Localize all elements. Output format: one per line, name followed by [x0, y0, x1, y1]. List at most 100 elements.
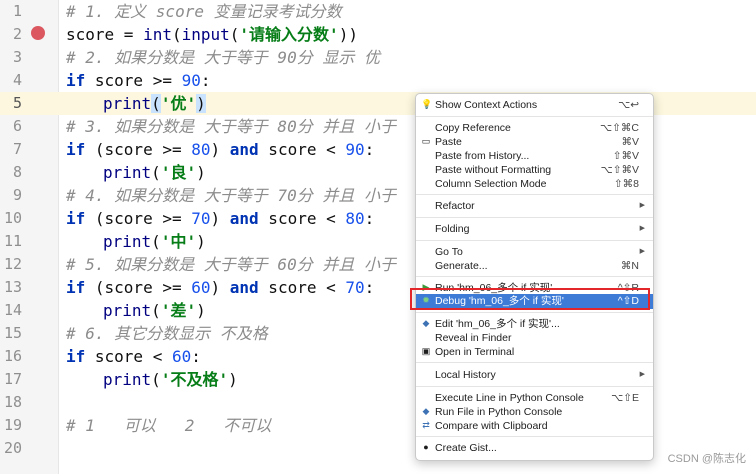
code-token: (score >=	[85, 209, 192, 228]
keyword: if	[66, 140, 86, 159]
menu-separator	[416, 312, 653, 313]
builtin-function: input	[181, 25, 230, 44]
line-number: 4	[12, 71, 22, 89]
menu-item-label: Run 'hm_06_多个 if 实现'	[435, 282, 553, 294]
line-number: 19	[3, 416, 22, 434]
code-line-9[interactable]: # 4. 如果分数是 大于等于 70分 并且 小于	[66, 184, 396, 207]
code-line-1[interactable]: # 1. 定义 score 变量记录考试分数	[66, 0, 342, 23]
menu-item-open-in-terminal[interactable]: ▣ Open in Terminal	[416, 345, 653, 359]
menu-item-label: Folding	[435, 223, 470, 235]
builtin-function: print	[103, 94, 152, 113]
menu-item-folding[interactable]: Folding ▶	[416, 222, 653, 236]
code-token: (	[151, 163, 161, 182]
line-number: 20	[3, 439, 22, 457]
menu-item-copy-reference[interactable]: Copy Reference ⌥⇧⌘C	[416, 121, 653, 135]
menu-item-label: Open in Terminal	[435, 346, 515, 358]
code-token: :	[191, 347, 201, 366]
code-token: )	[210, 209, 230, 228]
code-line-3[interactable]: # 2. 如果分数是 大于等于 90分 显示 优	[66, 46, 380, 69]
menu-item-label: Edit 'hm_06_多个 if 实现'...	[435, 318, 560, 330]
string-literal: '请输入分数'	[239, 25, 339, 44]
menu-item-label: Generate...	[435, 260, 488, 272]
menu-item-label: Paste without Formatting	[435, 164, 552, 176]
menu-item-label: Go To	[435, 246, 463, 258]
menu-separator	[416, 436, 653, 437]
code-line-11[interactable]: print('中')	[103, 230, 206, 253]
debug-bug-icon: ✹	[422, 295, 430, 305]
menu-item-label: Compare with Clipboard	[435, 420, 548, 432]
string-literal: '差'	[160, 301, 197, 320]
line-number: 11	[3, 232, 22, 250]
breakpoint-icon[interactable]	[31, 26, 45, 40]
menu-item-paste-without-formatting[interactable]: Paste without Formatting ⌥⇧⌘V	[416, 163, 653, 177]
menu-item-run[interactable]: ▶ Run 'hm_06_多个 if 实现' ^⇧R	[416, 281, 653, 295]
menu-item-refactor[interactable]: Refactor ▶	[416, 199, 653, 213]
keyword: and	[229, 140, 259, 159]
code-line-8[interactable]: print('良')	[103, 161, 206, 184]
line-number: 7	[12, 140, 22, 158]
menu-item-column-selection-mode[interactable]: Column Selection Mode ⇧⌘8	[416, 177, 653, 191]
menu-item-compare-with-clipboard[interactable]: ⇄ Compare with Clipboard	[416, 419, 653, 433]
code-line-16[interactable]: if score < 60:	[66, 345, 201, 368]
code-token: score <	[258, 140, 346, 159]
code-line-15[interactable]: # 6. 其它分数显示 不及格	[66, 322, 268, 345]
menu-item-execute-line-in-console[interactable]: Execute Line in Python Console ⌥⇧E	[416, 391, 653, 405]
builtin-function: print	[103, 301, 152, 320]
menu-item-debug[interactable]: ✹ Debug 'hm_06_多个 if 实现' ^⇧D	[416, 294, 653, 309]
code-line-17[interactable]: print('不及格')	[103, 368, 238, 391]
menu-item-label: Copy Reference	[435, 122, 511, 134]
compare-icon: ⇄	[422, 420, 430, 430]
code-token: score >=	[85, 71, 182, 90]
code-line-12[interactable]: # 5. 如果分数是 大于等于 60分 并且 小于	[66, 253, 396, 276]
number-literal: 80	[345, 209, 365, 228]
code-token: :	[364, 140, 375, 159]
line-number: 17	[3, 370, 22, 388]
code-line-6[interactable]: # 3. 如果分数是 大于等于 80分 并且 小于	[66, 115, 396, 138]
number-literal: 90	[181, 71, 201, 90]
menu-item-label: Refactor	[435, 200, 475, 212]
menu-item-local-history[interactable]: Local History ▶	[416, 368, 653, 382]
code-line-13[interactable]: if (score >= 60) and score < 70:	[66, 276, 374, 299]
line-number: 14	[3, 301, 22, 319]
menu-item-edit-configuration[interactable]: ◆ Edit 'hm_06_多个 if 实现'...	[416, 317, 653, 331]
line-number: 10	[3, 209, 22, 227]
line-number: 12	[3, 255, 22, 273]
code-line-19[interactable]: # 1 可以 2 不可以	[66, 414, 271, 437]
code-token: (	[151, 301, 161, 320]
keyword: and	[229, 209, 259, 228]
menu-item-paste-from-history[interactable]: Paste from History... ⇧⌘V	[416, 149, 653, 163]
code-line-7[interactable]: if (score >= 80) and score < 90:	[66, 138, 374, 161]
menu-item-shortcut: ⌥↩	[618, 99, 639, 111]
menu-item-paste[interactable]: ▭ Paste ⌘V	[416, 135, 653, 149]
code-line-2[interactable]: score = int(input('请输入分数'))	[66, 23, 358, 46]
code-token: )	[196, 232, 206, 251]
code-line-5[interactable]: print('优')	[103, 92, 206, 115]
number-literal: 80	[191, 140, 211, 159]
code-token: (	[151, 232, 161, 251]
line-number: 5	[12, 94, 22, 112]
code-line-4[interactable]: if score >= 90:	[66, 69, 211, 92]
string-literal: '不及格'	[160, 370, 229, 389]
menu-item-run-file-in-console[interactable]: ◆ Run File in Python Console	[416, 405, 653, 419]
number-literal: 60	[171, 347, 192, 366]
matched-bracket: (	[151, 94, 161, 113]
menu-item-create-gist[interactable]: ● Create Gist...	[416, 441, 653, 455]
line-number: 3	[12, 48, 22, 66]
menu-item-label: Paste from History...	[435, 150, 530, 162]
code-token: score <	[85, 347, 172, 366]
menu-item-generate[interactable]: Generate... ⌘N	[416, 259, 653, 273]
menu-item-go-to[interactable]: Go To ▶	[416, 245, 653, 259]
code-line-14[interactable]: print('差')	[103, 299, 206, 322]
code-token: (score >=	[85, 140, 192, 159]
builtin-function: print	[103, 232, 152, 251]
run-icon: ▶	[422, 282, 430, 292]
builtin-function: print	[103, 163, 152, 182]
menu-item-label: Run File in Python Console	[435, 406, 563, 418]
builtin-function: int	[143, 25, 172, 44]
keyword: if	[66, 209, 86, 228]
code-token: :	[200, 71, 211, 90]
menu-item-show-context-actions[interactable]: 💡 Show Context Actions ⌥↩	[416, 98, 653, 112]
menu-item-reveal-in-finder[interactable]: Reveal in Finder	[416, 331, 653, 345]
code-line-10[interactable]: if (score >= 70) and score < 80:	[66, 207, 374, 230]
line-number: 13	[3, 278, 22, 296]
